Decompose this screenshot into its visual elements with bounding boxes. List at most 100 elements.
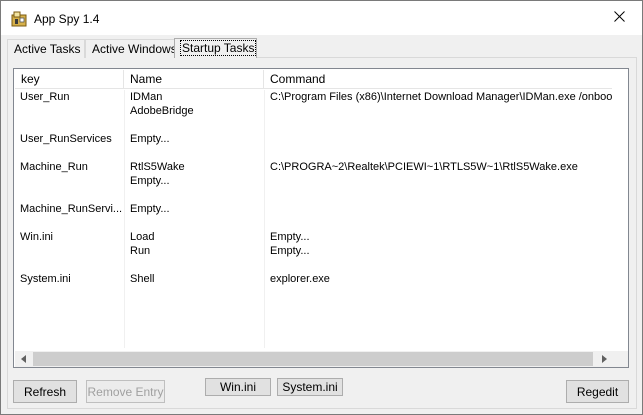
key-cell [15, 314, 123, 328]
command-cell [265, 314, 615, 328]
name-cell [125, 314, 263, 328]
tab-label: Active Tasks [14, 42, 81, 56]
regedit-button[interactable]: Regedit [566, 380, 629, 403]
command-cell [265, 104, 615, 118]
key-cell [15, 216, 123, 230]
tab-active-tasks[interactable]: Active Tasks [7, 39, 85, 58]
command-cell: explorer.exe [270, 273, 330, 285]
column-header-name[interactable]: Name [124, 70, 264, 89]
name-cell: Empty... [130, 175, 170, 187]
name-cell [125, 118, 263, 132]
list-row[interactable]: Machine_RunServi... Empty... [15, 202, 612, 216]
name-cell [125, 300, 263, 314]
command-cell [265, 188, 615, 202]
command-cell: Empty... [270, 245, 310, 257]
name-cell: Run [130, 245, 151, 257]
list-row[interactable] [15, 286, 612, 300]
key-cell: User_RunServices [20, 133, 112, 145]
name-cell [125, 286, 263, 300]
key-cell [15, 174, 123, 188]
name-cell [125, 188, 263, 202]
list-row[interactable]: Machine_Run RtlS5Wake C:\PROGRA~2\Realtek\… [15, 160, 612, 174]
command-cell [265, 118, 615, 132]
list-row[interactable] [15, 328, 612, 342]
key-cell: Machine_RunServi... [20, 203, 123, 215]
key-cell: Win.ini [20, 231, 54, 243]
scroll-corner [612, 351, 628, 367]
name-cell: Empty... [130, 203, 170, 215]
name-cell: RtlS5Wake [130, 161, 185, 173]
key-cell: System.ini [20, 273, 71, 285]
horizontal-scrollbar[interactable] [15, 351, 612, 367]
name-cell: Empty... [130, 133, 170, 145]
list-row[interactable] [15, 118, 612, 132]
name-cell [125, 328, 263, 342]
scroll-left-button[interactable] [15, 351, 32, 367]
list-row[interactable]: User_Run IDMan C:\Program Files (x86)\Inte… [15, 90, 615, 104]
key-cell: Machine_Run [20, 161, 88, 173]
arrow-right-icon [601, 352, 607, 366]
command-cell [265, 258, 615, 272]
list-row[interactable]: AdobeBridge [15, 104, 612, 118]
key-cell [15, 188, 123, 202]
key-cell [15, 286, 123, 300]
command-cell [265, 174, 615, 188]
key-cell: User_Run [20, 91, 70, 103]
key-cell [15, 300, 123, 314]
name-cell [125, 146, 263, 160]
remove-entry-button: Remove Entry [86, 380, 165, 403]
vertical-scroll-area [612, 70, 628, 351]
command-cell [265, 216, 615, 230]
command-cell [265, 328, 615, 342]
name-cell: IDMan [130, 91, 163, 103]
name-cell [125, 258, 263, 272]
system-ini-button[interactable]: System.ini [277, 378, 343, 396]
scroll-thumb[interactable] [33, 352, 593, 366]
startup-list[interactable]: key Name Command User_Run IDMan C:\Program… [13, 68, 629, 368]
list-row[interactable]: System.ini Shell explorer.exe [15, 272, 612, 286]
tab-startup-tasks[interactable]: Startup Tasks [174, 38, 257, 58]
name-cell: Shell [130, 273, 155, 285]
key-cell [15, 118, 123, 132]
column-header-key[interactable]: key [15, 70, 124, 89]
name-cell: AdobeBridge [130, 105, 194, 117]
command-cell [265, 132, 615, 146]
list-row[interactable]: Run Empty... [15, 244, 612, 258]
win-ini-button[interactable]: Win.ini [205, 378, 271, 396]
app-spy-icon [11, 11, 27, 27]
app-window: App Spy 1.4 Active Tasks Active Windows … [0, 0, 643, 415]
tab-active-windows[interactable]: Active Windows [85, 39, 177, 58]
list-row[interactable]: Win.ini Load Empty... [15, 230, 612, 244]
key-cell [15, 104, 123, 118]
key-cell [15, 328, 123, 342]
list-row[interactable] [15, 300, 612, 314]
refresh-button[interactable]: Refresh [13, 380, 77, 403]
scroll-right-button[interactable] [595, 351, 612, 367]
list-row[interactable]: User_RunServices Empty... [15, 132, 612, 146]
key-cell [15, 258, 123, 272]
key-cell [15, 146, 123, 160]
list-row[interactable] [15, 188, 612, 202]
command-cell: Empty... [270, 231, 310, 243]
list-row[interactable] [15, 216, 612, 230]
tab-label: Startup Tasks [179, 40, 257, 56]
close-icon [613, 11, 625, 25]
close-button[interactable] [596, 1, 642, 35]
command-cell: C:\PROGRA~2\Realtek\PCIEWI~1\RTLS5W~1\Rt… [270, 161, 578, 173]
list-row[interactable] [15, 258, 612, 272]
title-bar[interactable]: App Spy 1.4 [1, 1, 642, 35]
arrow-left-icon [20, 352, 27, 366]
command-cell [265, 146, 615, 160]
tab-label: Active Windows [92, 42, 177, 56]
list-row[interactable]: Empty... [15, 174, 612, 188]
column-header-command[interactable]: Command [264, 70, 628, 89]
name-cell [125, 216, 263, 230]
list-row[interactable] [15, 146, 612, 160]
command-cell: C:\Program Files (x86)\Internet Download… [270, 91, 615, 103]
list-rows: User_Run IDMan C:\Program Files (x86)\Inte… [15, 90, 615, 342]
command-cell [265, 286, 615, 300]
command-cell [265, 202, 615, 216]
list-row[interactable] [15, 314, 612, 328]
name-cell: Load [130, 231, 155, 243]
list-header: key Name Command [15, 70, 628, 89]
